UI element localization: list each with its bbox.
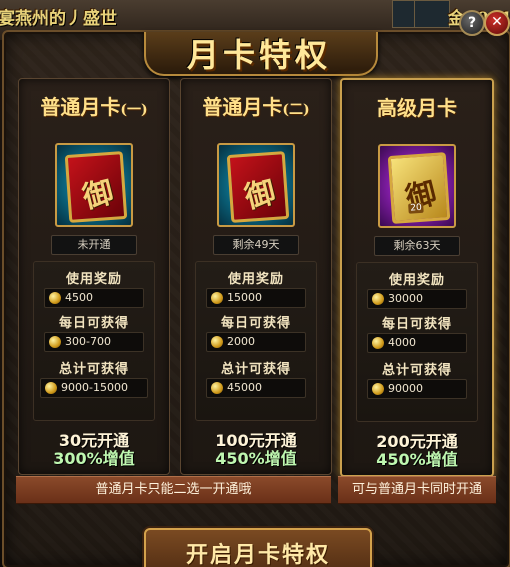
coin-icon xyxy=(372,293,384,305)
card-title: 普通月卡(一) xyxy=(19,91,169,120)
daily-amount: 4000 xyxy=(388,336,416,349)
reward-value: 15000 xyxy=(206,288,306,308)
card-glyph: 御 xyxy=(79,174,117,216)
card-glyph: 御 xyxy=(241,174,279,216)
daily-amount: 2000 xyxy=(227,335,255,348)
reward-info: 使用奖励 15000 每日可获得 2000 总计可获得 45000 xyxy=(195,261,317,421)
coin-icon xyxy=(211,292,223,304)
card-name: 高级月卡 xyxy=(377,96,457,120)
reward-label: 使用奖励 xyxy=(388,273,445,288)
coin-icon xyxy=(49,336,61,348)
total-value: 90000 xyxy=(367,379,467,399)
coin-icon xyxy=(45,382,57,394)
card-name: 普通月卡 xyxy=(40,95,121,119)
card-normal-2[interactable]: 普通月卡(二) 御 剩余49天 使用奖励 15000 每日可获得 2000 总计… xyxy=(180,78,332,475)
reward-value: 30000 xyxy=(367,289,467,309)
total-amount: 90000 xyxy=(388,382,423,395)
card-suffix: (二) xyxy=(282,102,310,118)
daily-label: 每日可获得 xyxy=(381,317,452,332)
background-slot xyxy=(414,0,450,28)
status-badge: 剩余49天 xyxy=(213,235,299,255)
month-card-dialog: 月卡特权 普通月卡(一) 御 未开通 使用奖励 4500 每日可获得 300-7… xyxy=(2,30,510,567)
total-label: 总计可获得 xyxy=(58,362,129,377)
close-icon[interactable]: ✕ xyxy=(484,10,510,36)
card-suffix: (一) xyxy=(120,102,148,118)
reward-label: 使用奖励 xyxy=(65,272,122,287)
background-left-text: 宴燕州的丿盛世 xyxy=(0,9,117,29)
card-title: 高级月卡 xyxy=(342,92,492,121)
normal-card-note: 普通月卡只能二选一开通哦 xyxy=(16,476,331,504)
status-badge: 未开通 xyxy=(51,235,137,255)
coin-icon xyxy=(211,336,223,348)
card-icon-tag: 20 xyxy=(408,202,425,214)
reward-amount: 4500 xyxy=(65,291,93,304)
card-bonus: 450%增值 xyxy=(215,449,297,468)
reward-amount: 30000 xyxy=(388,292,423,305)
daily-value: 300-700 xyxy=(44,332,144,352)
card-bonus: 450%增值 xyxy=(376,450,458,469)
total-amount: 45000 xyxy=(227,381,262,394)
total-label: 总计可获得 xyxy=(220,362,291,377)
coin-icon xyxy=(372,383,384,395)
total-amount: 9000-15000 xyxy=(61,381,128,394)
card-premium[interactable]: 高级月卡 御 20 剩余63天 使用奖励 30000 每日可获得 4000 总计… xyxy=(340,78,494,477)
total-value: 45000 xyxy=(206,378,306,398)
status-badge: 剩余63天 xyxy=(374,236,460,256)
reward-value: 4500 xyxy=(44,288,144,308)
reward-amount: 15000 xyxy=(227,291,262,304)
coin-icon xyxy=(372,337,384,349)
help-icon[interactable]: ? xyxy=(459,10,485,36)
premium-card-note: 可与普通月卡同时开通 xyxy=(338,476,496,504)
red-card-icon: 御 xyxy=(64,151,128,223)
daily-value: 4000 xyxy=(367,333,467,353)
game-screen: 宴燕州的丿盛世 金1001 月卡特权 普通月卡(一) 御 未开通 使用奖励 45… xyxy=(0,0,510,567)
reward-info: 使用奖励 4500 每日可获得 300-700 总计可获得 9000-15000 xyxy=(33,261,155,421)
red-card-icon: 御 xyxy=(226,151,290,223)
card-normal-1[interactable]: 普通月卡(一) 御 未开通 使用奖励 4500 每日可获得 300-700 总计… xyxy=(18,78,170,475)
daily-amount: 300-700 xyxy=(65,335,111,348)
card-name: 普通月卡 xyxy=(202,95,283,119)
daily-value: 2000 xyxy=(206,332,306,352)
total-value: 9000-15000 xyxy=(40,378,148,398)
card-icon-frame[interactable]: 御 20 xyxy=(378,144,456,228)
daily-label: 每日可获得 xyxy=(58,316,129,331)
daily-label: 每日可获得 xyxy=(220,316,291,331)
total-label: 总计可获得 xyxy=(381,363,452,378)
coin-icon xyxy=(49,292,61,304)
open-month-card-button[interactable]: 开启月卡特权 xyxy=(144,528,372,567)
card-icon-frame[interactable]: 御 xyxy=(217,143,295,227)
gold-card-icon: 御 20 xyxy=(387,152,451,224)
reward-info: 使用奖励 30000 每日可获得 4000 总计可获得 90000 xyxy=(356,262,478,422)
card-icon-frame[interactable]: 御 xyxy=(55,143,133,227)
reward-label: 使用奖励 xyxy=(227,272,284,287)
card-bonus: 300%增值 xyxy=(53,449,135,468)
card-title: 普通月卡(二) xyxy=(181,91,331,120)
coin-icon xyxy=(211,382,223,394)
dialog-title: 月卡特权 xyxy=(186,36,331,74)
